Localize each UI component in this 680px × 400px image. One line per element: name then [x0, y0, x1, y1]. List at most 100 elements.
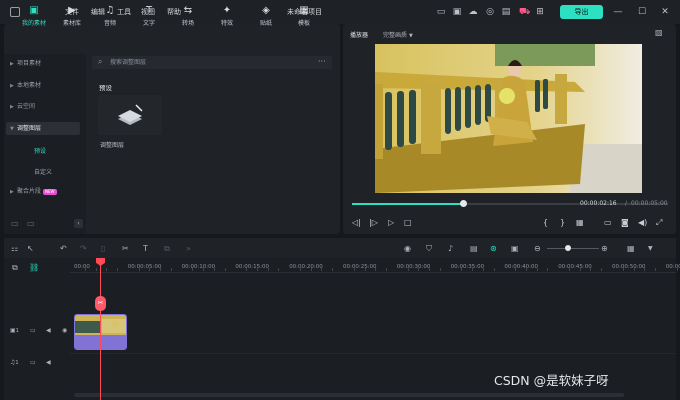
prev-frame-icon[interactable]: ◁|	[352, 218, 361, 228]
voiceover-icon[interactable]: ▤	[470, 244, 478, 254]
ruler-minor-tick	[106, 268, 108, 271]
sidebar-item-project-media[interactable]: ▶ 项目素材	[6, 57, 80, 70]
minimize-icon[interactable]: —	[613, 7, 623, 17]
save-icon[interactable]: ▣	[452, 7, 462, 17]
chevron-right-icon: ▶	[10, 189, 14, 195]
link-icon[interactable]: ⛓	[29, 263, 39, 272]
split-scissors-icon[interactable]: ✂	[122, 244, 129, 254]
text-tool-icon[interactable]: T	[143, 244, 148, 254]
tab-audio[interactable]: ♫ 音频	[93, 4, 127, 30]
mark-in-icon[interactable]: {	[543, 218, 548, 228]
tab-templates[interactable]: ▦ 模板	[287, 4, 321, 30]
render-icon[interactable]: ◉	[404, 244, 411, 254]
search-box[interactable]: ⌕	[92, 56, 332, 69]
stop-icon[interactable]: □	[404, 218, 412, 228]
adjust-layer-thumbnail[interactable]	[98, 95, 162, 135]
undo-icon[interactable]: ↶	[60, 244, 67, 254]
shield-icon[interactable]: ⛉	[426, 244, 432, 254]
tab-text[interactable]: T 文字	[132, 4, 166, 30]
display-icon[interactable]: ▭	[604, 218, 612, 228]
ruler-minor-tick	[117, 268, 119, 271]
ruler-minor-tick	[138, 268, 140, 271]
ruler-tick-label: 00:00:55:0	[665, 264, 680, 270]
sidebar-item-adjust-layer[interactable]: ▼ 调整图层	[6, 122, 80, 135]
zoom-out-icon[interactable]: ⊖	[534, 244, 541, 254]
eye-icon[interactable]: ◉	[62, 327, 67, 334]
close-icon[interactable]: ✕	[660, 7, 670, 17]
mark-out-icon[interactable]: }	[560, 218, 565, 228]
speaker-icon[interactable]: ◀	[46, 327, 51, 334]
timeline-scrollbar[interactable]	[74, 393, 624, 397]
search-input[interactable]	[110, 57, 310, 68]
camera-icon[interactable]: ◙	[621, 218, 629, 228]
add-track-icon[interactable]: ⧉	[12, 263, 18, 273]
ruler-minor-tick	[439, 268, 441, 271]
ruler-minor-tick	[364, 268, 366, 271]
chevron-down-icon[interactable]: ▼	[648, 244, 653, 254]
ruler-minor-tick	[299, 268, 301, 271]
redo-icon[interactable]: ↷	[80, 244, 87, 254]
more-tools-icon[interactable]: »	[186, 244, 191, 254]
sidebar-item-label: 聚合片段	[17, 188, 42, 195]
folder-icon[interactable]: ▭	[27, 219, 35, 228]
quality-select[interactable]: 完整画质 ▼	[383, 30, 413, 39]
tab-my-media[interactable]: ▣ 我的素材	[17, 4, 51, 30]
caption-icon[interactable]: ▣	[511, 244, 519, 254]
layout-icon[interactable]: ⚏	[11, 244, 18, 254]
zoom-slider[interactable]	[547, 248, 599, 249]
tab-library[interactable]: ▶ 素材库	[55, 4, 89, 30]
next-frame-icon[interactable]: |▷	[369, 218, 378, 228]
tab-stickers[interactable]: ◈ 贴纸	[249, 4, 283, 30]
sidebar-item-local-media[interactable]: ▶ 本地素材	[6, 79, 80, 92]
playhead[interactable]	[100, 264, 101, 400]
volume-icon[interactable]: ◀)	[638, 218, 647, 228]
sidebar-sub-custom[interactable]: 自定义	[34, 167, 52, 176]
export-button[interactable]: 导出	[560, 5, 603, 19]
select-tool-icon[interactable]: ↖	[27, 244, 34, 254]
snapshot-icon[interactable]: ▧	[655, 28, 663, 37]
timeline-settings-icon[interactable]: ▦	[627, 244, 635, 254]
chevron-down-icon: ▼	[10, 126, 14, 132]
support-icon[interactable]: ◎	[485, 7, 495, 17]
progress-handle[interactable]	[460, 200, 467, 207]
gift-icon[interactable]: ▤	[501, 7, 511, 17]
zoom-slider-handle[interactable]	[565, 245, 571, 251]
sidebar-item-merged[interactable]: ▶ 聚合片段 NEW	[6, 185, 80, 198]
crop-icon[interactable]: ⧉	[164, 244, 170, 254]
delete-icon[interactable]: ▯	[101, 244, 105, 254]
zoom-in-icon[interactable]: ⊕	[601, 244, 608, 254]
cart-icon[interactable]: ⛟	[519, 7, 530, 17]
ruler-minor-tick	[95, 268, 97, 271]
folder-icon[interactable]: ▭	[30, 359, 36, 366]
preset-section-title: 预设	[99, 84, 112, 92]
maximize-icon[interactable]: ☐	[637, 7, 647, 17]
chevron-right-icon: ▶	[10, 104, 14, 110]
ruler-tick-label: 00:00:20:00	[289, 264, 323, 270]
ruler-tick-label: 00:00:15:00	[235, 264, 269, 270]
fullscreen-grid-icon[interactable]: ▦	[576, 218, 584, 228]
tab-transition[interactable]: ⇆ 转场	[171, 4, 205, 30]
tab-text-label: 文字	[142, 20, 155, 27]
cloud-icon[interactable]: ☁	[468, 7, 478, 17]
ruler-minor-tick	[568, 268, 570, 271]
folder-icon[interactable]: ▭	[30, 327, 36, 334]
split-button[interactable]: ✂	[95, 296, 106, 311]
microphone-icon[interactable]: ♪	[448, 244, 453, 254]
chevron-right-icon: ▶	[10, 61, 14, 67]
collapse-sidebar-icon[interactable]: ‹	[74, 219, 83, 228]
snap-icon[interactable]: ⊛	[490, 244, 497, 254]
monitor-icon[interactable]: ▭	[436, 7, 446, 17]
video-frame-image	[375, 44, 642, 193]
more-options-icon[interactable]: ···	[318, 57, 326, 66]
tab-effects[interactable]: ✦ 特效	[210, 4, 244, 30]
account-icon[interactable]: ⊞	[535, 7, 545, 17]
expand-icon[interactable]: ⤢	[656, 218, 662, 228]
ruler-minor-tick	[192, 268, 194, 271]
sidebar-item-cloud[interactable]: ▶ 云空间	[6, 100, 80, 113]
new-folder-icon[interactable]: ▭	[11, 219, 19, 228]
tab-stickers-label: 贴纸	[259, 20, 272, 27]
play-icon[interactable]: ▷	[388, 218, 394, 228]
sidebar-sub-presets[interactable]: 预设	[34, 146, 46, 155]
ruler-tick-label: 00:00:25:00	[343, 264, 377, 270]
speaker-icon[interactable]: ◀	[46, 359, 51, 366]
